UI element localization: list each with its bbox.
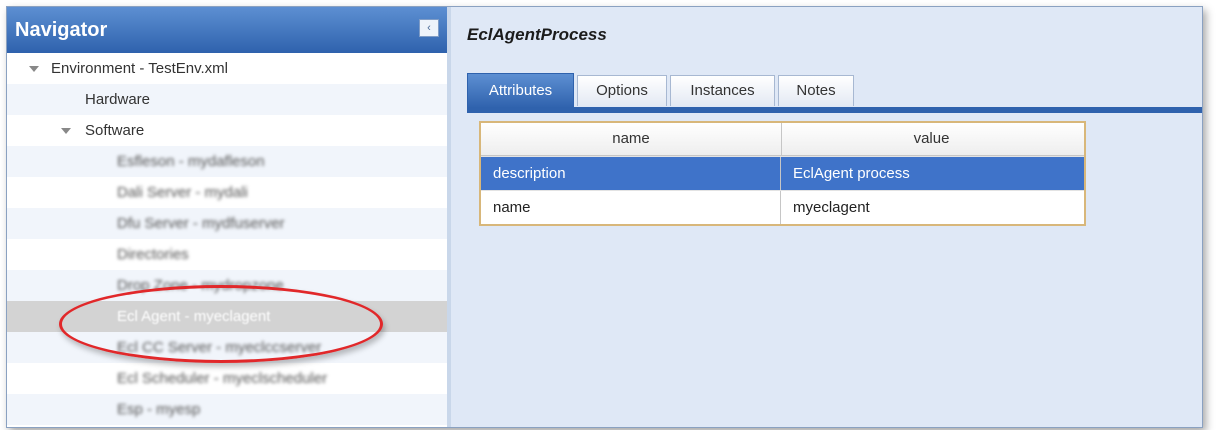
tab-instances[interactable]: Instances bbox=[670, 75, 775, 106]
tree-item-label: Drop Zone - mydropzone bbox=[117, 277, 284, 294]
collapse-navigator-button[interactable]: ‹ bbox=[419, 19, 439, 37]
navigator-tree: Environment - TestEnv.xml Hardware Softw… bbox=[7, 53, 447, 425]
tree-item-software[interactable]: Software bbox=[7, 115, 447, 146]
tree-item-label: Software bbox=[85, 122, 145, 139]
tree-item-hardware[interactable]: Hardware bbox=[7, 84, 447, 115]
tree-item-label: Dali Server - mydali bbox=[117, 184, 248, 201]
attributes-table: name value description EclAgent process … bbox=[479, 121, 1086, 226]
column-header-name[interactable]: name bbox=[481, 123, 782, 155]
tree-item-ecl-cc-server[interactable]: Ecl CC Server - myeclccserver bbox=[7, 332, 447, 363]
tree-item-label: Environment - TestEnv.xml bbox=[51, 60, 229, 77]
table-row[interactable]: description EclAgent process bbox=[481, 156, 1084, 190]
table-row[interactable]: name myeclagent bbox=[481, 190, 1084, 224]
table-cell-value[interactable]: myeclagent bbox=[781, 191, 1080, 224]
tree-item-esp[interactable]: Esp - myesp bbox=[7, 394, 447, 425]
navigator-header: Navigator ‹ bbox=[7, 7, 447, 53]
tree-item-label: Ecl Scheduler - myeclscheduler bbox=[117, 370, 328, 387]
app-window: Navigator ‹ Environment - TestEnv.xml Ha… bbox=[6, 6, 1203, 428]
tree-item-ecl-agent[interactable]: Ecl Agent - myeclagent bbox=[7, 301, 447, 332]
table-cell-name[interactable]: name bbox=[481, 191, 781, 224]
tree-item-dfu-server[interactable]: Dfu Server - mydfuserver bbox=[7, 208, 447, 239]
expand-arrow-icon[interactable] bbox=[61, 128, 71, 134]
table-header: name value bbox=[481, 123, 1084, 156]
tree-item-label: Dfu Server - mydfuserver bbox=[117, 215, 285, 232]
tree-item-label: Ecl CC Server - myeclccserver bbox=[117, 339, 322, 356]
tab-strip bbox=[467, 107, 1202, 113]
tree-item-label: Esfleson - mydafleson bbox=[117, 153, 265, 170]
tree-item-label: Hardware bbox=[85, 91, 151, 108]
navigator-title: Navigator bbox=[15, 19, 108, 41]
table-cell-value[interactable]: EclAgent process bbox=[781, 157, 1080, 190]
tree-item-esfleson[interactable]: Esfleson - mydafleson bbox=[7, 146, 447, 177]
tree-item-label: Directories bbox=[117, 246, 189, 263]
tree-item-environment[interactable]: Environment - TestEnv.xml bbox=[7, 53, 447, 84]
tree-item-dali-server[interactable]: Dali Server - mydali bbox=[7, 177, 447, 208]
tree-item-directories[interactable]: Directories bbox=[7, 239, 447, 270]
expand-arrow-icon[interactable] bbox=[29, 66, 39, 72]
column-header-value[interactable]: value bbox=[782, 123, 1081, 155]
content-panel: EclAgentProcess Attributes Options Insta… bbox=[451, 7, 1202, 427]
tree-item-label: Ecl Agent - myeclagent bbox=[117, 308, 271, 325]
navigator-panel: Navigator ‹ Environment - TestEnv.xml Ha… bbox=[7, 7, 451, 427]
tree-item-ecl-scheduler[interactable]: Ecl Scheduler - myeclscheduler bbox=[7, 363, 447, 394]
page-title: EclAgentProcess bbox=[467, 25, 607, 44]
tab-options[interactable]: Options bbox=[577, 75, 667, 106]
tab-attributes[interactable]: Attributes bbox=[467, 73, 574, 108]
table-cell-name[interactable]: description bbox=[481, 157, 781, 190]
tree-item-drop-zone[interactable]: Drop Zone - mydropzone bbox=[7, 270, 447, 301]
tree-item-label: Esp - myesp bbox=[117, 401, 201, 418]
tab-notes[interactable]: Notes bbox=[778, 75, 854, 106]
